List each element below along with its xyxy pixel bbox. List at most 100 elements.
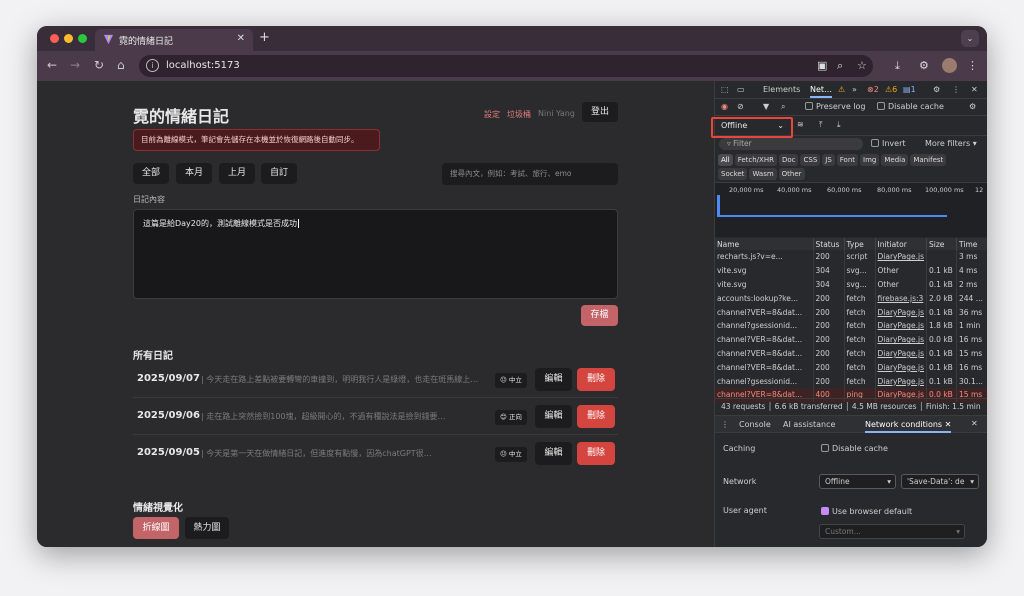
edit-button[interactable]: 編輯: [535, 405, 572, 428]
invert-checkbox[interactable]: Invert: [871, 139, 906, 148]
col-time[interactable]: Time: [956, 238, 987, 250]
more-tabs-icon[interactable]: »: [852, 85, 857, 94]
col-size[interactable]: Size: [926, 238, 958, 250]
custom-ua-select[interactable]: Custom... ▾: [819, 524, 965, 539]
request-row[interactable]: channel?gsessionid... 200 fetch DiaryPage.j…: [715, 374, 987, 388]
col-type[interactable]: Type: [844, 238, 876, 250]
chip-fetch-xhr[interactable]: Fetch/XHR: [734, 154, 777, 166]
forward-icon[interactable]: →: [70, 58, 80, 72]
edit-button[interactable]: 編輯: [535, 442, 572, 465]
import-har-icon[interactable]: ⤒: [819, 120, 823, 130]
export-har-icon[interactable]: ⤓: [837, 120, 841, 130]
info-count[interactable]: ▤1: [903, 85, 916, 94]
disable-cache-option[interactable]: Disable cache: [821, 444, 888, 453]
inspect-icon[interactable]: ⬚: [721, 85, 729, 94]
chip-manifest[interactable]: Manifest: [910, 154, 947, 166]
edit-button[interactable]: 編輯: [535, 368, 572, 391]
warning-count[interactable]: ⚠6: [885, 85, 897, 94]
request-initiator[interactable]: DiaryPage.js: [875, 346, 928, 361]
clear-icon[interactable]: ⊘: [737, 102, 744, 111]
entry-preview[interactable]: | 今天是第一天在做情緒日記，但進度有點慢，因為chatGPT很…: [201, 448, 487, 459]
chip-media[interactable]: Media: [881, 154, 909, 166]
entry-preview[interactable]: | 今天走在路上差點被要轉彎的車撞到，明明我行人是綠燈，也走在斑馬線上…: [201, 374, 487, 385]
delete-button[interactable]: 刪除: [577, 405, 615, 428]
maximize-window-button[interactable]: [78, 34, 87, 43]
delete-button[interactable]: 刪除: [577, 442, 615, 465]
disable-cache-checkbox[interactable]: Disable cache: [877, 102, 944, 111]
drawer-tab-network-conditions[interactable]: Network conditions ✕: [865, 420, 952, 433]
download-icon[interactable]: ⤓: [895, 59, 900, 73]
request-initiator[interactable]: DiaryPage.js: [875, 332, 928, 347]
close-window-button[interactable]: [50, 34, 59, 43]
browser-tab[interactable]: 霓的情緒日記 ✕: [95, 29, 253, 51]
heatmap-tab[interactable]: 熱力圖: [185, 517, 229, 539]
drawer-tab-ai-assistance[interactable]: AI assistance: [783, 420, 835, 429]
diary-textarea[interactable]: 這篇是給Day20的，測試離線模式是否成功: [133, 209, 618, 299]
device-toolbar-icon[interactable]: ▭: [737, 85, 745, 94]
filter-custom-button[interactable]: 自訂: [261, 163, 297, 184]
delete-button[interactable]: 刪除: [577, 368, 615, 391]
col-status[interactable]: Status: [813, 238, 845, 250]
search-icon[interactable]: ⌕: [781, 102, 785, 112]
filter-input[interactable]: ▿ Filter: [719, 138, 863, 150]
tab-elements[interactable]: Elements: [763, 85, 800, 94]
save-data-select[interactable]: 'Save-Data': de ▾: [901, 474, 979, 489]
request-row[interactable]: channel?gsessionid... 200 fetch DiaryPage.j…: [715, 318, 987, 333]
search-input[interactable]: 搜尋內文，例如：考試、旅行、emo: [442, 163, 618, 185]
more-filters-dropdown[interactable]: More filters ▾: [925, 139, 977, 148]
settings-link[interactable]: 設定: [484, 109, 500, 120]
col-initiator[interactable]: Initiator: [875, 238, 928, 250]
line-chart-tab[interactable]: 折線圖: [133, 517, 179, 539]
chip-other[interactable]: Other: [778, 168, 805, 180]
filter-funnel-icon[interactable]: ▼: [763, 102, 769, 111]
close-drawer-icon[interactable]: ✕: [971, 419, 978, 428]
reload-icon[interactable]: ↻: [94, 58, 104, 72]
extensions-icon[interactable]: ⚙: [919, 59, 929, 72]
site-info-icon[interactable]: i: [146, 59, 159, 72]
chip-socket[interactable]: Socket: [718, 168, 748, 180]
browser-default-checkbox[interactable]: Use browser default: [821, 507, 912, 516]
error-count[interactable]: ⊗2: [867, 85, 879, 94]
trash-link[interactable]: 垃圾桶: [507, 109, 531, 120]
request-row[interactable]: channel?VER=8&dat... 200 fetch DiaryPage.js…: [715, 305, 987, 319]
chip-js[interactable]: JS: [822, 154, 835, 166]
network-throttle-select[interactable]: Offline ▾: [819, 474, 896, 489]
chip-doc[interactable]: Doc: [778, 154, 799, 166]
request-initiator[interactable]: DiaryPage.js: [875, 305, 928, 319]
browser-menu-icon[interactable]: ⋮: [967, 59, 978, 72]
drawer-menu-icon[interactable]: ⋮: [721, 420, 729, 429]
col-name[interactable]: Name: [715, 238, 814, 250]
profile-avatar[interactable]: [942, 58, 957, 73]
request-initiator[interactable]: DiaryPage.js: [875, 374, 928, 388]
devtools-settings-icon[interactable]: ⚙: [933, 85, 940, 94]
close-tab-icon[interactable]: ✕: [237, 33, 245, 44]
logout-button[interactable]: 登出: [582, 102, 618, 122]
devtools-menu-icon[interactable]: ⋮: [952, 85, 960, 94]
tab-network[interactable]: Net…: [810, 85, 833, 98]
chip-wasm[interactable]: Wasm: [749, 168, 777, 180]
request-initiator[interactable]: Other: [875, 277, 928, 292]
home-icon[interactable]: ⌂: [117, 58, 125, 72]
filter-last-month-button[interactable]: 上月: [219, 163, 255, 184]
request-initiator[interactable]: firebase.js:3: [875, 291, 928, 306]
request-row[interactable]: channel?VER=8&dat... 200 fetch DiaryPage.js…: [715, 346, 987, 361]
record-icon[interactable]: ◉: [721, 102, 728, 111]
request-initiator[interactable]: DiaryPage.js: [875, 360, 928, 375]
request-row[interactable]: accounts:lookup?ke... 200 fetch firebase.js…: [715, 291, 987, 306]
request-initiator[interactable]: DiaryPage.js: [875, 250, 928, 264]
network-settings-icon[interactable]: ⚙: [969, 102, 976, 111]
install-app-icon[interactable]: ▣: [817, 59, 827, 72]
chip-all[interactable]: All: [718, 154, 733, 166]
request-initiator[interactable]: DiaryPage.js: [875, 318, 928, 333]
save-button[interactable]: 存檔: [581, 305, 618, 326]
drawer-tab-console[interactable]: Console: [739, 420, 771, 429]
filter-all-button[interactable]: 全部: [133, 163, 169, 184]
filter-this-month-button[interactable]: 本月: [176, 163, 212, 184]
entry-preview[interactable]: | 走在路上突然撿到100塊，超級開心的，不過有種說法是撿到錢要…: [201, 411, 487, 422]
request-row[interactable]: recharts.js?v=e... 200 script DiaryPage.js 3…: [715, 250, 987, 264]
chip-font[interactable]: Font: [836, 154, 859, 166]
request-initiator[interactable]: Other: [875, 263, 928, 278]
request-row[interactable]: channel?VER=8&dat... 200 fetch DiaryPage.js…: [715, 332, 987, 347]
request-row[interactable]: channel?VER=8&dat... 200 fetch DiaryPage.js…: [715, 360, 987, 375]
bookmark-star-icon[interactable]: ☆: [857, 59, 867, 72]
